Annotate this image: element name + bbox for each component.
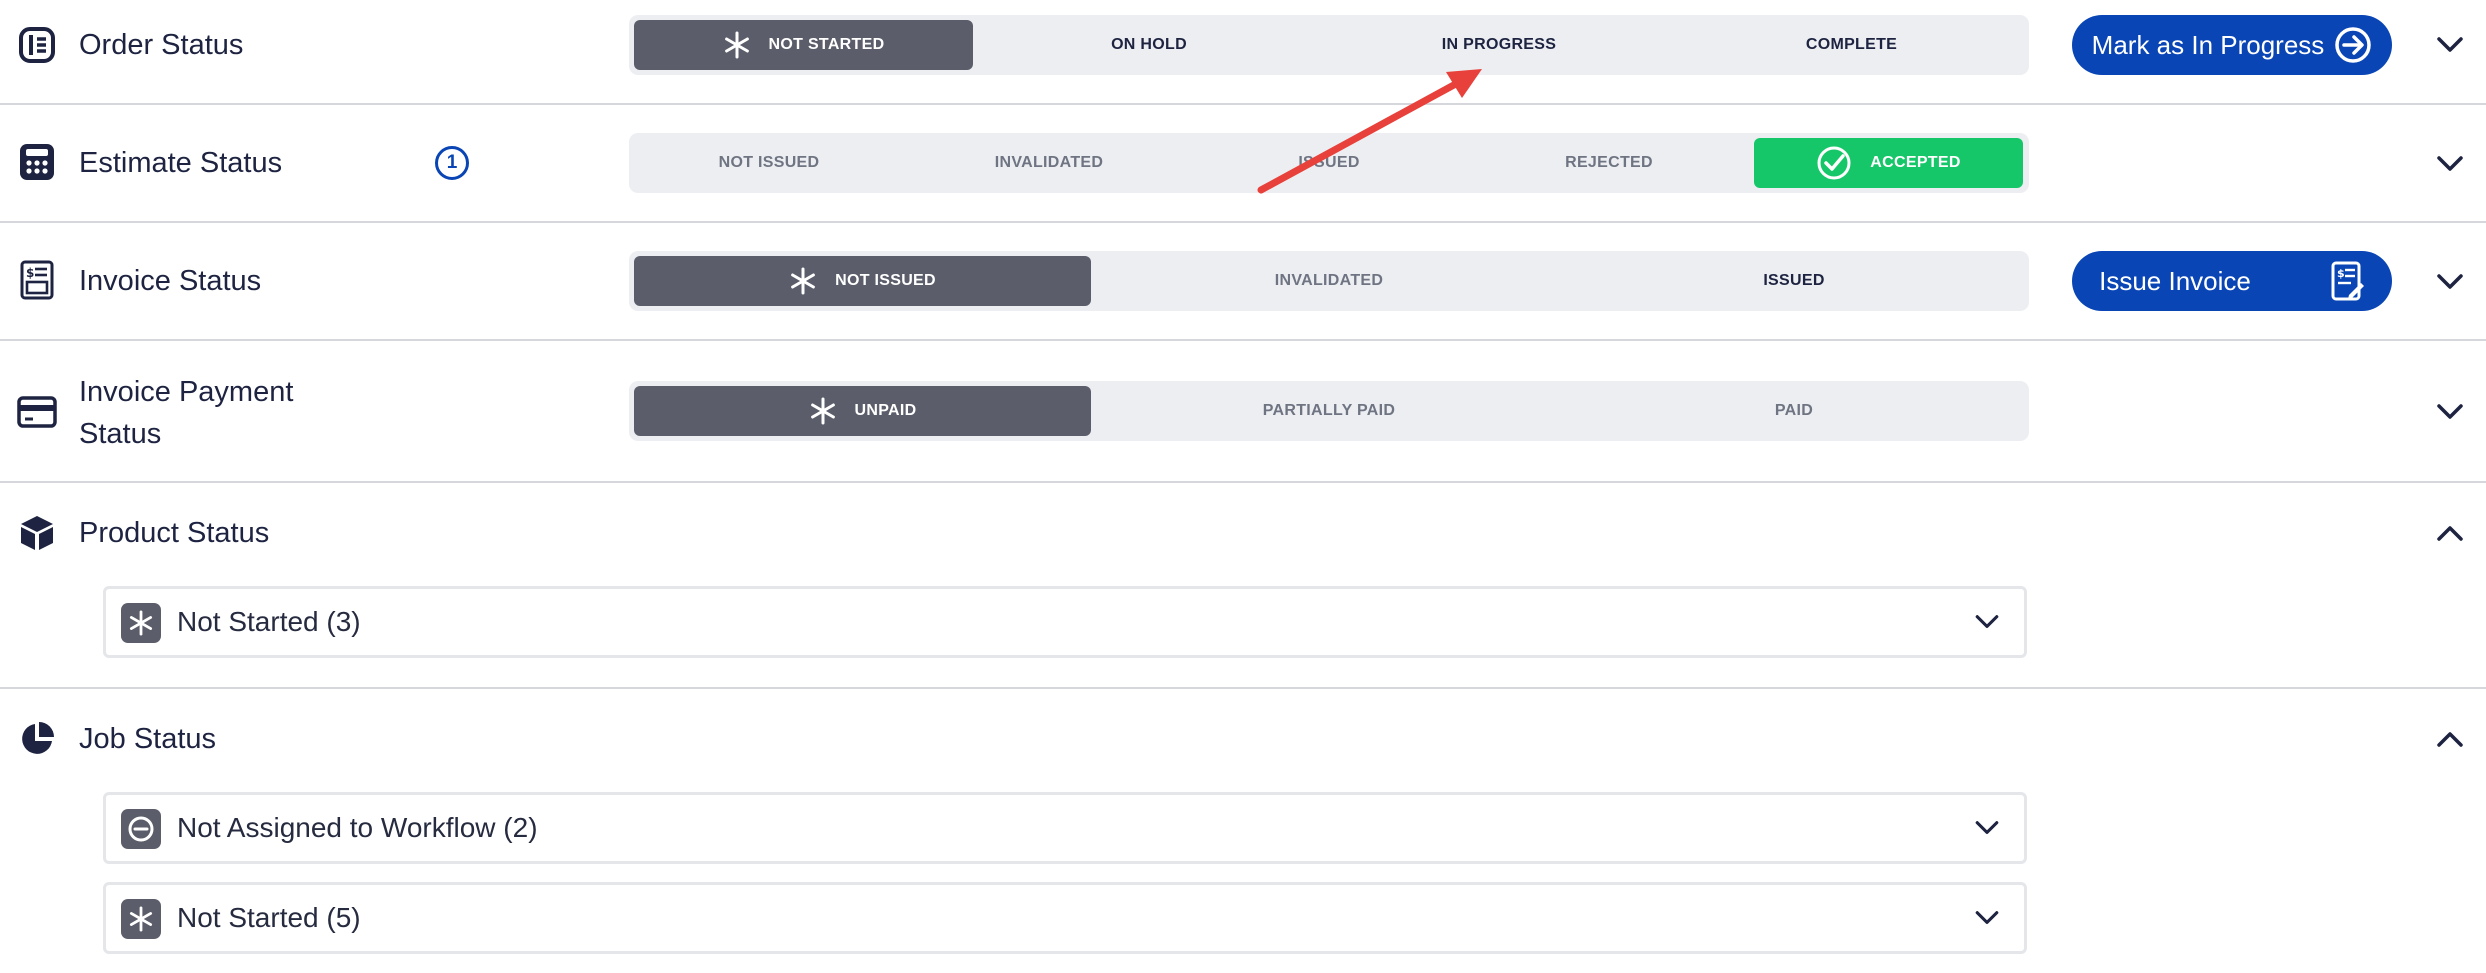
chevron-down-icon [2437, 156, 2463, 171]
job-group-label: Not Started (5) [177, 902, 361, 933]
minus-circle-icon [121, 809, 161, 849]
chevron-down-icon [1972, 607, 2002, 637]
order-option-label: ON HOLD [1111, 36, 1187, 53]
mark-in-progress-button[interactable]: Mark as In Progress [2072, 15, 2392, 75]
invoice-status-collapse-toggle[interactable] [2432, 264, 2468, 300]
payment-status-title-line2: Status [79, 418, 162, 450]
payment-option-paid[interactable]: PAID [1564, 386, 2024, 436]
order-status-title: Order Status [79, 29, 244, 61]
estimate-option-not-issued[interactable]: NOT ISSUED [634, 138, 904, 188]
invoice-option-issued[interactable]: ISSUED [1564, 256, 2024, 306]
estimate-option-rejected[interactable]: REJECTED [1474, 138, 1744, 188]
order-status-segmented-control: NOT STARTED ON HOLD IN PROGRESS COMPLETE [629, 15, 2029, 75]
job-status-collapse-toggle[interactable] [2432, 721, 2468, 757]
job-group-label: Not Assigned to Workflow (2) [177, 812, 538, 843]
asterisk-icon [723, 31, 751, 59]
payment-option-unpaid[interactable]: UNPAID [634, 386, 1091, 436]
svg-text:$: $ [26, 266, 34, 280]
arrow-right-circle-icon [2334, 26, 2372, 64]
invoice-edit-icon: $ [2331, 261, 2365, 301]
estimate-status-row: Estimate Status 1 NOT ISSUED INVALIDATED… [0, 105, 2486, 223]
payment-option-partially-paid[interactable]: PARTIALLY PAID [1099, 386, 1559, 436]
payment-option-label: UNPAID [854, 402, 917, 419]
estimate-option-label: NOT ISSUED [718, 154, 820, 171]
invoice-status-title: Invoice Status [79, 265, 262, 297]
chevron-down-icon [2437, 37, 2463, 52]
chevron-down-icon [2437, 404, 2463, 419]
invoice-icon: $ [16, 259, 58, 301]
order-option-complete[interactable]: COMPLETE [1679, 20, 2024, 70]
estimate-option-label: REJECTED [1565, 154, 1653, 171]
order-option-label: COMPLETE [1805, 36, 1898, 53]
invoice-option-label: NOT ISSUED [835, 272, 936, 289]
estimate-status-collapse-toggle[interactable] [2432, 146, 2468, 182]
estimate-status-title: Estimate Status [79, 147, 283, 179]
order-status-collapse-toggle[interactable] [2432, 27, 2468, 63]
cube-icon [16, 512, 58, 554]
asterisk-icon [809, 397, 837, 425]
job-group-not-assigned[interactable]: Not Assigned to Workflow (2) [103, 792, 2027, 864]
order-option-not-started[interactable]: NOT STARTED [634, 20, 973, 70]
chevron-down-icon [1972, 903, 2002, 933]
chevron-up-icon [2437, 526, 2463, 541]
product-status-collapse-toggle[interactable] [2432, 515, 2468, 551]
payment-status-row: Invoice Payment Status UNPAID PARTIALLY … [0, 341, 2486, 483]
issue-invoice-button[interactable]: Issue Invoice $ [2072, 251, 2392, 311]
payment-status-segmented-control: UNPAID PARTIALLY PAID PAID [629, 381, 2029, 441]
mark-in-progress-label: Mark as In Progress [2091, 29, 2325, 60]
order-option-label: IN PROGRESS [1441, 36, 1557, 53]
invoice-option-not-issued[interactable]: NOT ISSUED [634, 256, 1091, 306]
job-group-not-started[interactable]: Not Started (5) [103, 882, 2027, 954]
payment-option-label: PARTIALLY PAID [1262, 402, 1396, 419]
order-option-in-progress[interactable]: IN PROGRESS [1324, 20, 1674, 70]
estimate-option-accepted[interactable]: ACCEPTED [1754, 138, 2023, 188]
payment-status-title: Invoice Payment Status [79, 371, 293, 455]
estimate-count-badge: 1 [435, 146, 469, 180]
estimate-option-label: INVALIDATED [994, 154, 1104, 171]
product-group-not-started[interactable]: Not Started (3) [103, 586, 2027, 658]
order-option-label: NOT STARTED [768, 36, 885, 53]
pie-chart-icon [16, 718, 58, 760]
svg-text:$: $ [2337, 267, 2345, 280]
invoice-option-invalidated[interactable]: INVALIDATED [1099, 256, 1559, 306]
order-option-on-hold[interactable]: ON HOLD [979, 20, 1319, 70]
job-status-title: Job Status [79, 723, 217, 755]
issue-invoice-label: Issue Invoice [2099, 265, 2251, 296]
asterisk-icon [121, 603, 161, 643]
product-status-row: Product Status Not Started (3) [0, 483, 2486, 689]
calculator-icon [16, 141, 58, 183]
chevron-down-icon [2437, 274, 2463, 289]
invoice-option-label: ISSUED [1763, 272, 1825, 289]
estimate-option-issued[interactable]: ISSUED [1194, 138, 1464, 188]
check-circle-icon [1816, 145, 1852, 181]
payment-option-label: PAID [1774, 402, 1814, 419]
invoice-status-row: $ Invoice Status NOT ISSUED INVALIDATED … [0, 223, 2486, 341]
asterisk-icon [789, 267, 817, 295]
order-list-icon [16, 24, 58, 66]
payment-status-collapse-toggle[interactable] [2432, 394, 2468, 430]
chevron-up-icon [2437, 732, 2463, 747]
chevron-down-icon [1972, 813, 2002, 843]
order-status-row: Order Status NOT STARTED ON HOLD IN PROG… [0, 0, 2486, 105]
credit-card-icon [16, 391, 58, 433]
job-status-row: Job Status Not Assigned to Workflow (2) … [0, 689, 2486, 973]
estimate-status-segmented-control: NOT ISSUED INVALIDATED ISSUED REJECTED A… [629, 133, 2029, 193]
estimate-option-label: ACCEPTED [1870, 154, 1961, 171]
invoice-status-segmented-control: NOT ISSUED INVALIDATED ISSUED [629, 251, 2029, 311]
asterisk-icon [121, 899, 161, 939]
estimate-option-label: ISSUED [1298, 154, 1360, 171]
payment-status-title-line1: Invoice Payment [79, 376, 294, 408]
product-status-title: Product Status [79, 517, 270, 549]
product-group-label: Not Started (3) [177, 606, 361, 637]
estimate-option-invalidated[interactable]: INVALIDATED [914, 138, 1184, 188]
invoice-option-label: INVALIDATED [1274, 272, 1384, 289]
